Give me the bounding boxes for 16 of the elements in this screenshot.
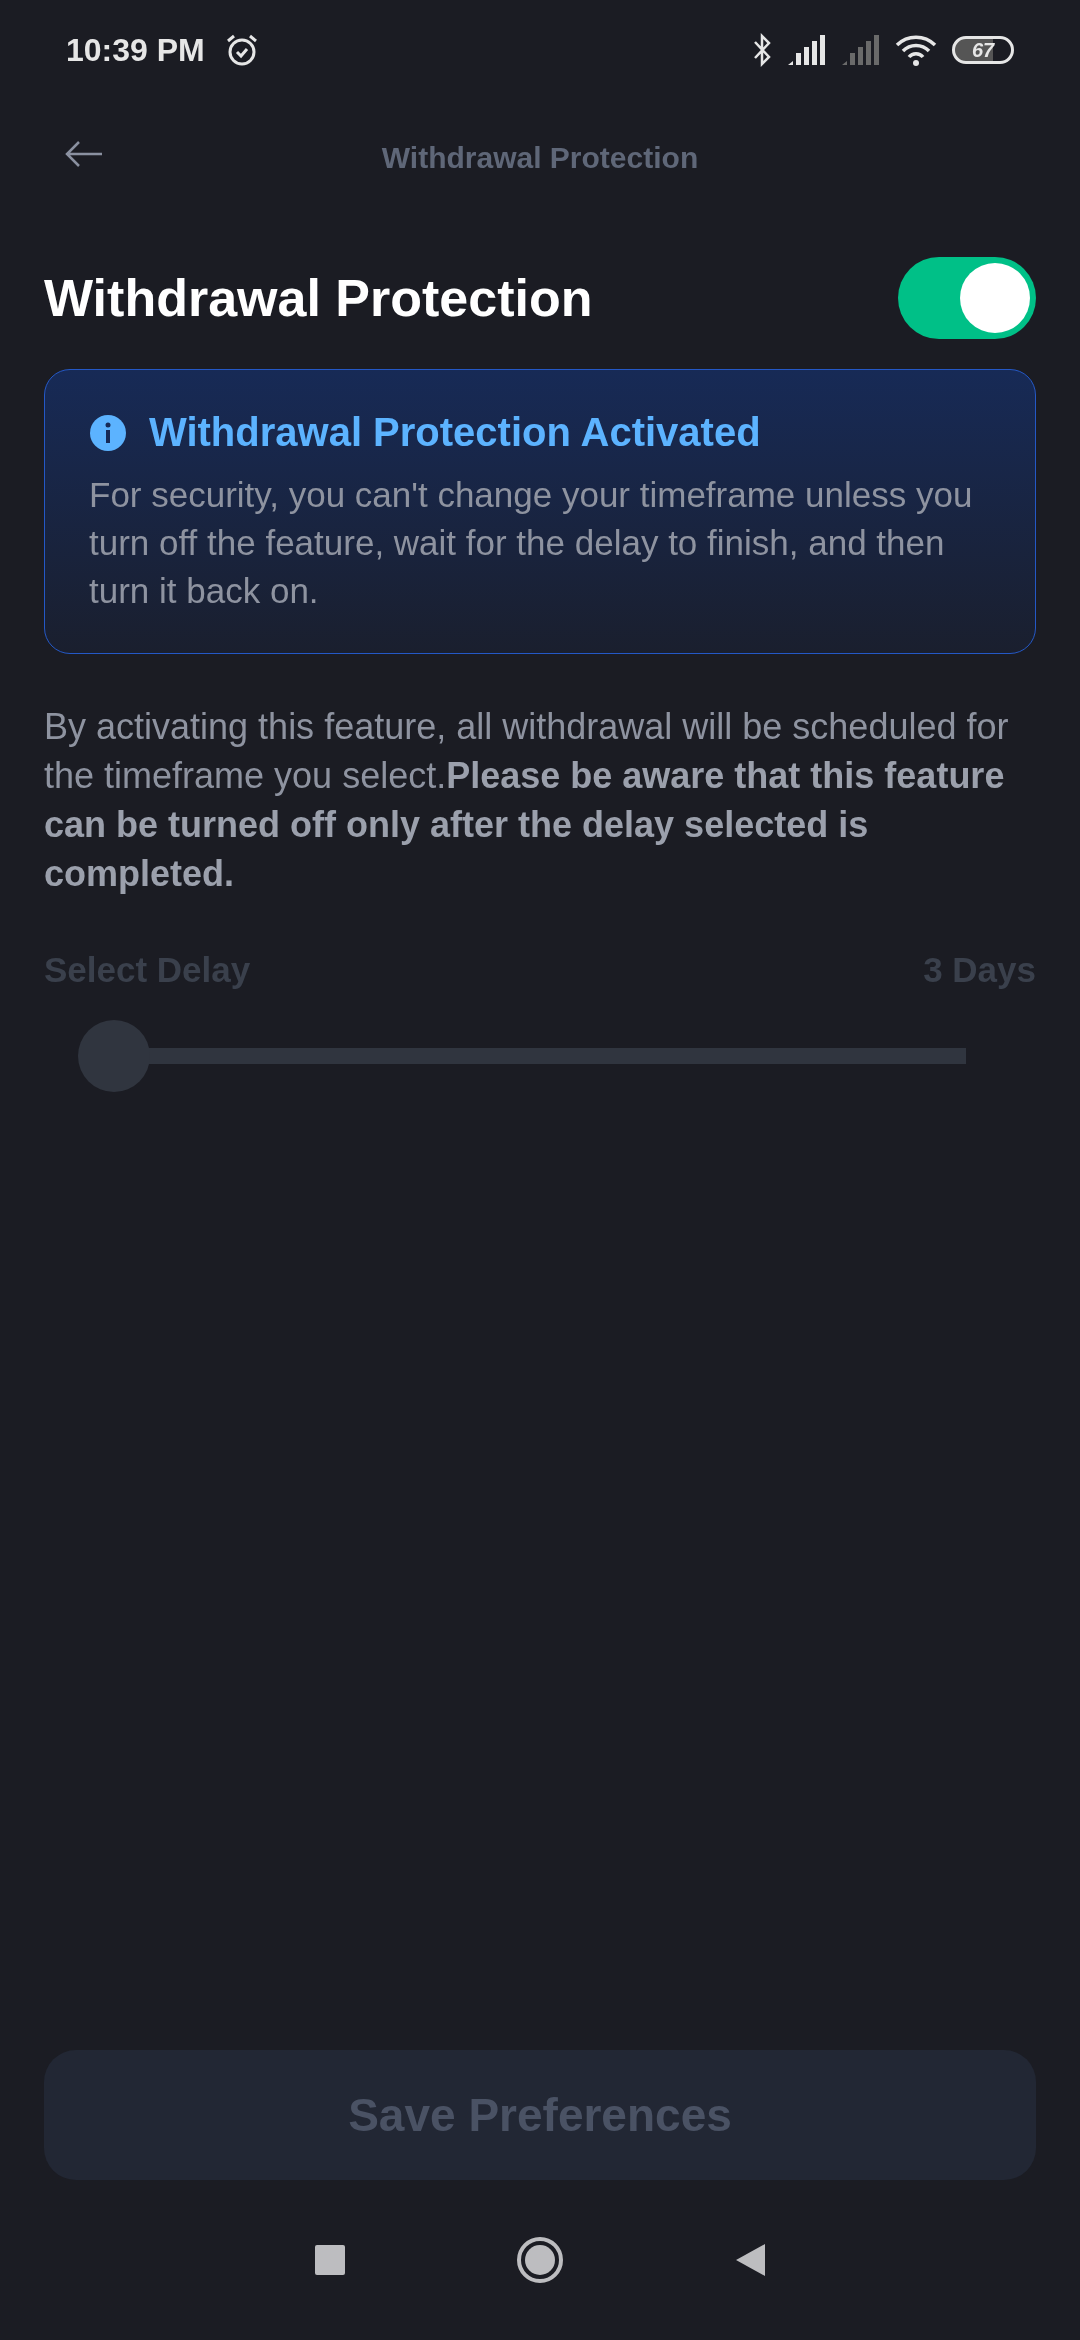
bluetooth-icon xyxy=(752,33,772,67)
signal-icon xyxy=(786,33,826,67)
signal-icon xyxy=(840,33,880,67)
setting-title: Withdrawal Protection xyxy=(44,268,593,328)
description-text: By activating this feature, all withdrawal will be scheduled for the timeframe you select.Please be aware that this feature can be turned off only after the delay selected is completed. xyxy=(44,705,1010,896)
home-button[interactable] xyxy=(516,2236,564,2284)
alarm-icon xyxy=(224,33,259,67)
wifi-icon xyxy=(894,33,938,67)
battery-level: 67 xyxy=(952,36,1014,64)
notice-text: For security, you can't change your timeframe unless you turn off the feature, wait for the delay to finish, and then turn it back on. xyxy=(89,474,974,612)
info-icon xyxy=(89,413,127,452)
header-title: Withdrawal Protection xyxy=(381,140,699,175)
back-nav-button[interactable] xyxy=(734,2242,766,2278)
recents-button[interactable] xyxy=(314,2244,346,2276)
status-time: 10:39 PM xyxy=(66,31,205,69)
notice-title: Withdrawal Protection Activated xyxy=(149,410,761,455)
